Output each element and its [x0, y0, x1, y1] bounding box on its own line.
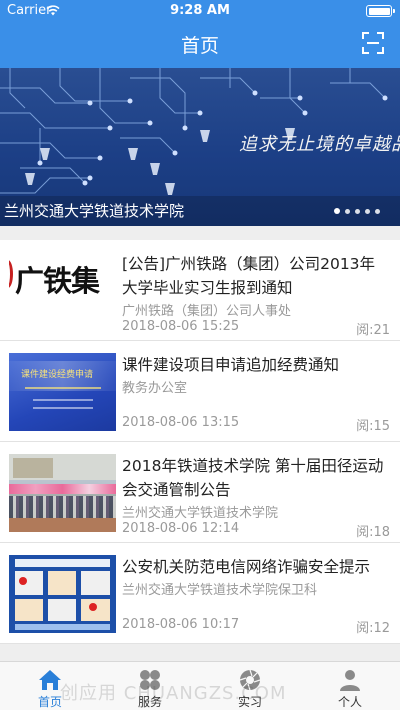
news-source: 兰州交通大学铁道技术学院保卫科	[122, 583, 318, 598]
banner-caption: 兰州交通大学铁道技术学院	[4, 202, 185, 220]
tab-bar: 首页 服务 实习 个人 创应用 CHUANGZS.COM	[0, 661, 400, 710]
news-read-count: 阅:18	[356, 525, 390, 540]
news-list: 广铁集 [公告]广州铁路（集团）公司2013年大学毕业实习生报到通知 广州铁路（…	[0, 240, 400, 644]
news-title: 课件建设项目申请追加经费通知	[122, 356, 340, 374]
news-source: 兰州交通大学铁道技术学院	[122, 506, 279, 521]
carousel-dot[interactable]	[375, 208, 380, 214]
news-title: [公告]广州铁路（集团）公司2013年大学毕业实习生报到通知	[122, 255, 376, 297]
battery-icon	[366, 5, 395, 17]
news-source: 教务办公室	[122, 381, 188, 396]
news-date: 2018-08-06 12:14	[122, 521, 240, 536]
tab-label: 个人	[337, 695, 362, 709]
news-thumbnail: 广铁集	[9, 252, 116, 330]
carousel-dot[interactable]	[334, 208, 340, 214]
news-thumbnail	[9, 555, 116, 633]
news-title: 公安机关防范电信网络诈骗安全提示	[122, 558, 371, 576]
news-date: 2018-08-06 10:17	[122, 617, 240, 632]
banner-carousel[interactable]: 追求无止境的卓越品 兰州交通大学铁道技术学院	[0, 68, 400, 226]
news-title: 2018年铁道技术学院 第十届田径运动会交通管制公告	[122, 457, 384, 499]
top-bar: Carrier 9:28 AM 首页	[0, 0, 400, 68]
status-bar: Carrier 9:28 AM	[0, 0, 400, 22]
thumbnail-text: 广铁集	[15, 264, 100, 298]
scan-icon[interactable]	[362, 32, 384, 54]
watermark-text: 创应用 CHUANGZS.COM	[60, 683, 287, 704]
banner-slogan: 追求无止境的卓越品	[239, 134, 400, 155]
status-time: 9:28 AM	[170, 3, 230, 18]
news-read-count: 阅:12	[356, 621, 390, 636]
news-item[interactable]: 公安机关防范电信网络诈骗安全提示 兰州交通大学铁道技术学院保卫科 2018-08…	[0, 543, 400, 644]
news-date: 2018-08-06 13:15	[122, 415, 240, 430]
carousel-dot[interactable]	[345, 208, 350, 214]
carousel-indicator[interactable]	[334, 208, 380, 214]
person-icon	[340, 670, 360, 691]
news-thumbnail	[9, 454, 116, 532]
home-icon	[39, 670, 61, 690]
page-title: 首页	[180, 35, 219, 57]
thumbnail-text: 课件建设经费申请	[21, 370, 94, 380]
news-source: 广州铁路（集团）公司人事处	[122, 304, 292, 319]
tab-profile[interactable]: 个人	[300, 662, 400, 710]
carousel-dot[interactable]	[355, 208, 360, 214]
news-read-count: 阅:21	[356, 323, 390, 338]
news-item[interactable]: 2018年铁道技术学院 第十届田径运动会交通管制公告 兰州交通大学铁道技术学院 …	[0, 442, 400, 543]
carousel-dot[interactable]	[365, 208, 370, 214]
news-item[interactable]: 广铁集 [公告]广州铁路（集团）公司2013年大学毕业实习生报到通知 广州铁路（…	[0, 240, 400, 341]
news-read-count: 阅:15	[356, 419, 390, 434]
news-item[interactable]: 课件建设经费申请 课件建设项目申请追加经费通知 教务办公室 2018-08-06…	[0, 341, 400, 442]
news-thumbnail: 课件建设经费申请	[9, 353, 116, 431]
news-date: 2018-08-06 15:25	[122, 319, 240, 334]
